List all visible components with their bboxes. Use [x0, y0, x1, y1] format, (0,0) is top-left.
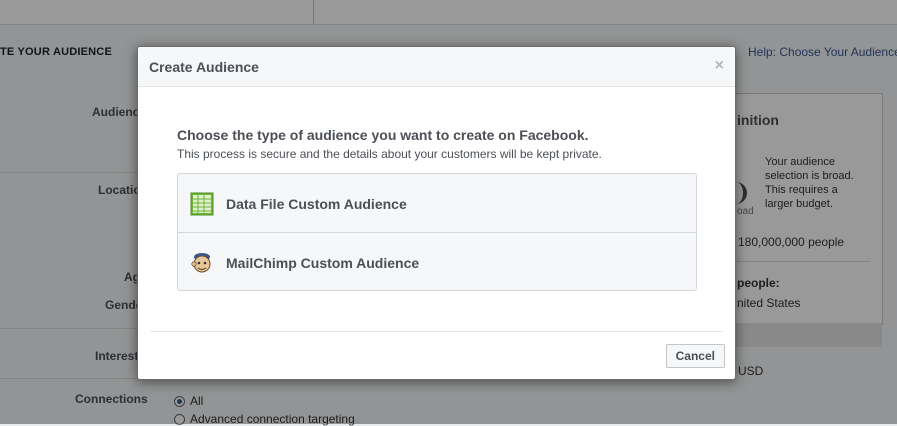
audience-type-list: Data File Custom Audience MailChimp Cust… [177, 173, 697, 291]
dialog-header: Create Audience × [138, 47, 735, 87]
option-label: MailChimp Custom Audience [226, 255, 420, 271]
close-icon[interactable]: × [715, 58, 724, 74]
dialog-title: Create Audience [149, 59, 259, 75]
create-audience-dialog: Create Audience × Choose the type of aud… [137, 46, 736, 380]
dialog-subheading: This process is secure and the details a… [177, 147, 602, 161]
dialog-footer-divider [150, 331, 723, 332]
spreadsheet-icon [190, 192, 214, 216]
option-data-file-custom-audience[interactable]: Data File Custom Audience [178, 174, 696, 232]
cancel-button[interactable]: Cancel [665, 344, 725, 368]
option-label: Data File Custom Audience [226, 196, 407, 212]
mailchimp-icon [191, 253, 211, 273]
dialog-heading: Choose the type of audience you want to … [177, 127, 589, 143]
option-mailchimp-custom-audience[interactable]: MailChimp Custom Audience [178, 232, 696, 290]
